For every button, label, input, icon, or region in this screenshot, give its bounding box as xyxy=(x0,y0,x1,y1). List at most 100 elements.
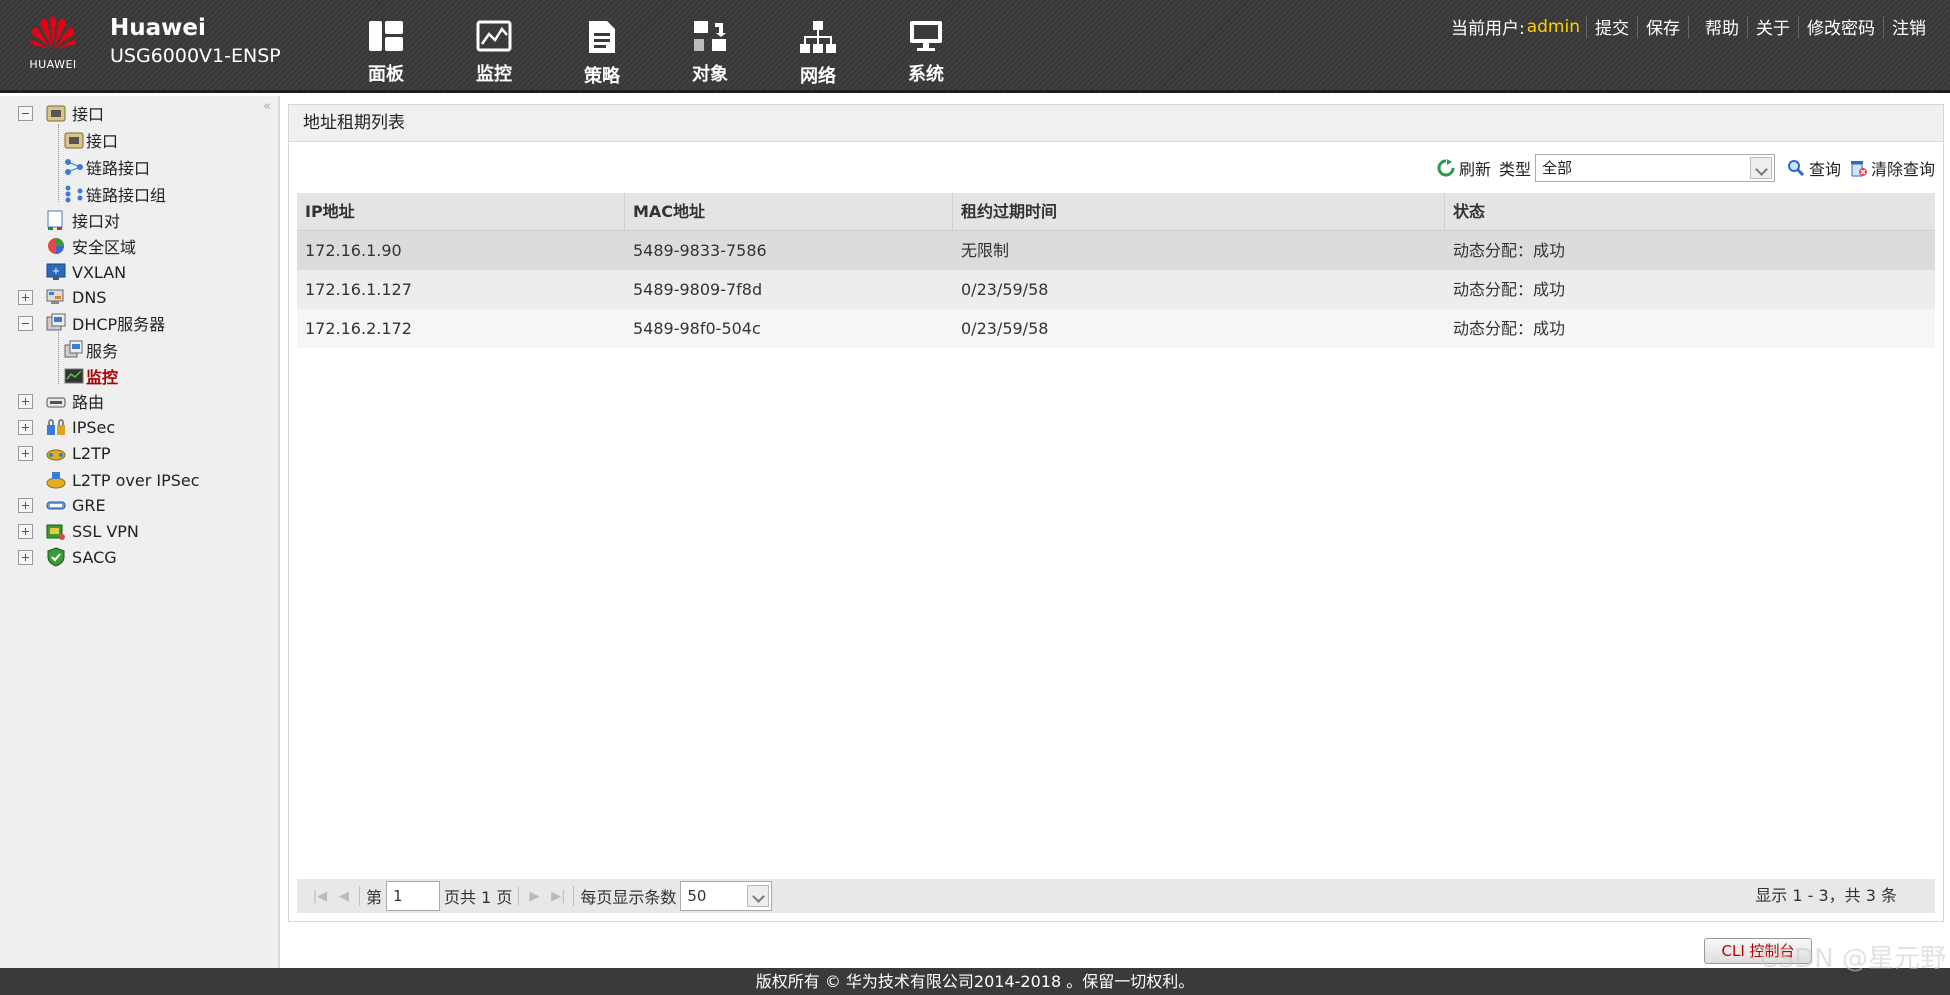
sidebar-item-sacg[interactable]: SACG xyxy=(46,544,117,570)
expand-icon[interactable] xyxy=(18,524,33,539)
about-button[interactable]: 关于 xyxy=(1754,14,1792,39)
mac-cell: 5489-9809-7f8d xyxy=(633,280,763,299)
footer-copyright: 版权所有 © 华为技术有限公司2014-2018 。保留一切权利。 xyxy=(0,968,1950,995)
sidebar-item-l2tp[interactable]: L2TP xyxy=(46,440,111,466)
submit-button[interactable]: 提交 xyxy=(1593,14,1631,39)
collapse-icon[interactable] xyxy=(18,316,33,331)
sidebar-item-label: SSL VPN xyxy=(72,521,139,541)
expand-icon[interactable] xyxy=(18,290,33,305)
sidebar-item-label: 接口 xyxy=(86,132,119,151)
sidebar-item-l2tp-over-ipsec[interactable]: L2TP over IPSec xyxy=(46,467,200,493)
route-icon xyxy=(46,391,66,411)
help-button[interactable]: 帮助 xyxy=(1703,14,1741,39)
nav-policy[interactable]: 策略 xyxy=(548,20,656,87)
nav-network[interactable]: 网络 xyxy=(764,20,872,87)
cli-console-button[interactable]: CLI 控制台 xyxy=(1704,938,1812,964)
sidebar-item-interface-pair[interactable]: 接口对 xyxy=(46,207,120,233)
next-page-icon[interactable]: ▶ xyxy=(525,887,543,905)
expand-icon[interactable] xyxy=(18,446,33,461)
logo-text: HUAWEI xyxy=(29,58,77,71)
sidebar-item-link-interface[interactable]: 链路接口 xyxy=(64,154,150,180)
collapse-icon[interactable] xyxy=(18,106,33,121)
huawei-logo-icon xyxy=(29,16,77,49)
sidebar-item-route[interactable]: 路由 xyxy=(46,388,104,414)
column-header-lease-expiry[interactable]: 租约过期时间 xyxy=(953,193,1445,231)
nav-monitor[interactable]: 监控 xyxy=(440,20,548,86)
sidebar-item-ssl-vpn[interactable]: SSL VPN xyxy=(46,518,139,544)
clear-query-label: 清除查询 xyxy=(1870,160,1935,179)
expand-icon[interactable] xyxy=(18,420,33,435)
link-interface-icon xyxy=(64,157,84,177)
save-button[interactable]: 保存 xyxy=(1644,14,1682,39)
first-page-icon[interactable]: |◀ xyxy=(311,887,329,905)
toolbar: 刷新 类型 全部 查询 清除查询 xyxy=(1429,153,1935,183)
sidebar-item-label: 路由 xyxy=(72,393,105,412)
divider xyxy=(518,886,520,906)
table-row[interactable]: 172.16.1.90 5489-9833-7586 无限制 动态分配：成功 xyxy=(297,231,1935,270)
ip-cell: 172.16.1.127 xyxy=(305,280,412,299)
refresh-label: 刷新 xyxy=(1458,160,1491,179)
user-bar: 当前用户: admin 提交 保存 帮助 关于 修改密码 注销 xyxy=(1451,14,1928,39)
expand-icon[interactable] xyxy=(18,394,33,409)
nav-label: 面板 xyxy=(368,64,404,85)
status-cell: 动态分配：成功 xyxy=(1453,319,1566,338)
expand-icon[interactable] xyxy=(18,498,33,513)
divider xyxy=(1637,15,1638,38)
sidebar-item-dhcp-server[interactable]: DHCP服务器 xyxy=(46,310,165,336)
nav-object[interactable]: 对象 xyxy=(656,20,764,86)
sidebar-item-label: L2TP xyxy=(72,443,111,463)
top-nav: 面板 监控 策略 对象 网络 系统 xyxy=(332,20,980,87)
column-header-ip[interactable]: IP地址 xyxy=(297,193,625,231)
clear-query-button[interactable]: 清除查询 xyxy=(1849,156,1935,180)
nav-system[interactable]: 系统 xyxy=(872,20,980,86)
sidebar-item-gre[interactable]: GRE xyxy=(46,492,106,518)
nav-label: 系统 xyxy=(908,64,944,85)
column-header-status[interactable]: 状态 xyxy=(1445,193,1935,231)
sidebar-item-interface[interactable]: 接口 xyxy=(64,127,118,153)
table-row[interactable]: 172.16.2.172 5489-98f0-504c 0/23/59/58 动… xyxy=(297,309,1935,348)
nav-label: 网络 xyxy=(800,66,836,87)
sidebar-item-dhcp-monitor[interactable]: 监控 xyxy=(64,363,118,389)
logout-button[interactable]: 注销 xyxy=(1890,14,1928,39)
query-button[interactable]: 查询 xyxy=(1787,156,1841,180)
sidebar-item-label: 监控 xyxy=(86,368,119,387)
security-zone-icon xyxy=(46,236,66,256)
expand-icon[interactable] xyxy=(18,550,33,565)
page-summary: 显示 1 - 3，共 3 条 xyxy=(1755,886,1897,905)
chevron-down-icon[interactable] xyxy=(747,885,770,907)
query-label: 查询 xyxy=(1808,160,1841,179)
lease-expiry-cell: 0/23/59/58 xyxy=(961,280,1049,299)
tree-line xyxy=(58,124,59,202)
nav-dashboard[interactable]: 面板 xyxy=(332,20,440,86)
last-page-icon[interactable]: ▶| xyxy=(549,887,567,905)
nav-label: 对象 xyxy=(692,64,728,85)
ipsec-icon xyxy=(46,417,66,437)
refresh-button[interactable]: 刷新 xyxy=(1437,156,1491,180)
nav-label: 策略 xyxy=(584,66,620,87)
status-cell: 动态分配：成功 xyxy=(1453,280,1566,299)
ip-cell: 172.16.2.172 xyxy=(305,319,412,338)
sidebar-item-security-zone[interactable]: 安全区域 xyxy=(46,233,136,259)
page-number-input[interactable]: 1 xyxy=(386,881,441,911)
table-row[interactable]: 172.16.1.127 5489-9809-7f8d 0/23/59/58 动… xyxy=(297,270,1935,309)
type-select[interactable]: 全部 xyxy=(1534,154,1775,182)
sidebar-item-ipsec[interactable]: IPSec xyxy=(46,414,115,440)
sidebar-item-dhcp-service[interactable]: 服务 xyxy=(64,337,118,363)
prev-page-icon[interactable]: ◀ xyxy=(335,887,353,905)
chevron-down-icon[interactable] xyxy=(1749,157,1772,179)
svg-text:+: + xyxy=(52,266,60,277)
sidebar-item-interface-group[interactable]: 接口 xyxy=(46,100,104,126)
sidebar-item-link-interface-group[interactable]: 链路接口组 xyxy=(64,181,166,207)
sidebar-item-vxlan[interactable]: + VXLAN xyxy=(46,259,126,285)
dhcp-server-icon xyxy=(46,313,66,333)
change-password-button[interactable]: 修改密码 xyxy=(1805,14,1877,39)
link-group-icon xyxy=(64,184,84,204)
monitor-icon xyxy=(475,20,513,52)
sidebar-item-dns[interactable]: DNS xyxy=(46,284,106,310)
interface-pair-icon xyxy=(46,210,66,230)
column-header-mac[interactable]: MAC地址 xyxy=(625,193,953,231)
object-icon xyxy=(691,20,729,52)
search-icon xyxy=(1787,160,1805,177)
collapse-sidebar-icon[interactable]: « xyxy=(263,100,277,114)
per-page-select[interactable]: 50 xyxy=(680,881,773,911)
